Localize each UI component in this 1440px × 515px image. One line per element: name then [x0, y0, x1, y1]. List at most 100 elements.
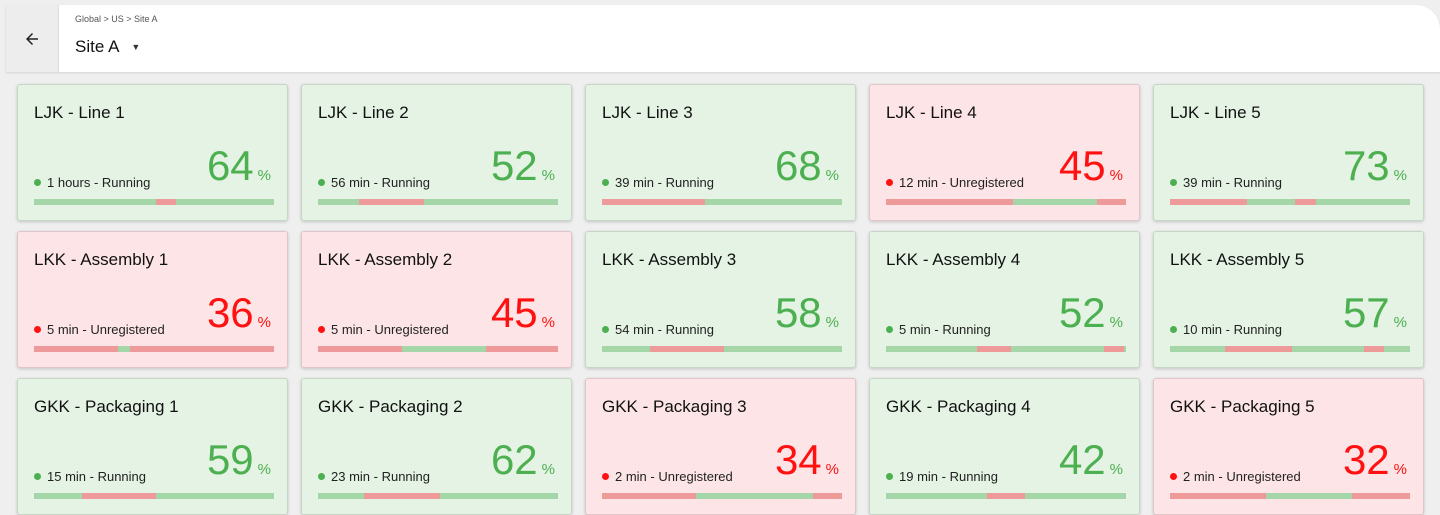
percent-value: 34 [774, 436, 822, 483]
percent-value: 68 [774, 142, 822, 189]
oee-percent: 68 % [775, 145, 839, 187]
percent-sign: % [1109, 314, 1123, 331]
oee-percent: 57 % [1343, 292, 1407, 334]
timeline-segment-running [423, 199, 558, 205]
percent-sign: % [1109, 461, 1123, 478]
line-card[interactable]: GKK - Packaging 2 23 min - Running 62 % [301, 378, 572, 515]
oee-percent: 52 % [491, 145, 555, 187]
line-card-status: 2 min - Unregistered [1170, 469, 1301, 484]
oee-percent: 45 % [491, 292, 555, 334]
timeline-segment-down [813, 493, 842, 499]
timeline-segment-running [724, 346, 842, 352]
oee-percent: 32 % [1343, 439, 1407, 481]
line-card-grid: LJK - Line 1 1 hours - Running 64 % LJK … [17, 84, 1424, 515]
oee-percent: 36 % [207, 292, 271, 334]
line-card[interactable]: GKK - Packaging 3 2 min - Unregistered 3… [585, 378, 856, 515]
line-card[interactable]: GKK - Packaging 1 15 min - Running 59 % [17, 378, 288, 515]
timeline-segment-down [986, 493, 1026, 499]
timeline-segment-down [1364, 346, 1384, 352]
line-card-status: 12 min - Unregistered [886, 175, 1024, 190]
percent-value: 62 [490, 436, 538, 483]
line-card-title: LKK - Assembly 1 [34, 250, 169, 269]
status-timeline-bar [602, 346, 842, 352]
timeline-segment-down [318, 346, 402, 352]
percent-value: 32 [1342, 436, 1390, 483]
line-card-status: 19 min - Running [886, 469, 998, 484]
status-timeline-bar [34, 493, 274, 499]
status-dot-icon [602, 179, 609, 186]
percent-value: 42 [1058, 436, 1106, 483]
status-text: 54 min - Running [615, 322, 714, 337]
percent-sign: % [541, 167, 555, 184]
timeline-segment-down [34, 346, 118, 352]
status-dot-icon [886, 473, 893, 480]
line-card[interactable]: LJK - Line 1 1 hours - Running 64 % [17, 84, 288, 221]
line-card-status: 56 min - Running [318, 175, 430, 190]
status-dot-icon [886, 326, 893, 333]
line-card[interactable]: LKK - Assembly 1 5 min - Unregistered 36… [17, 231, 288, 368]
status-dot-icon [34, 473, 41, 480]
line-card[interactable]: LJK - Line 3 39 min - Running 68 % [585, 84, 856, 221]
oee-percent: 42 % [1059, 439, 1123, 481]
timeline-segment-down [82, 493, 157, 499]
line-card[interactable]: LJK - Line 4 12 min - Unregistered 45 % [869, 84, 1140, 221]
percent-value: 64 [206, 142, 254, 189]
percent-value: 52 [490, 142, 538, 189]
timeline-segment-down [1104, 346, 1124, 352]
status-timeline-bar [886, 493, 1126, 499]
line-card[interactable]: LJK - Line 5 39 min - Running 73 % [1153, 84, 1424, 221]
timeline-segment-running [1266, 493, 1353, 499]
status-dot-icon [602, 473, 609, 480]
status-timeline-bar [1170, 493, 1410, 499]
status-timeline-bar [318, 493, 558, 499]
oee-percent: 59 % [207, 439, 271, 481]
timeline-segment-running [440, 493, 558, 499]
line-card[interactable]: LKK - Assembly 5 10 min - Running 57 % [1153, 231, 1424, 368]
timeline-segment-running [886, 493, 987, 499]
line-card[interactable]: GKK - Packaging 5 2 min - Unregistered 3… [1153, 378, 1424, 515]
line-card-status: 15 min - Running [34, 469, 146, 484]
line-card[interactable]: LKK - Assembly 4 5 min - Running 52 % [869, 231, 1140, 368]
status-text: 2 min - Unregistered [1183, 469, 1301, 484]
percent-sign: % [1109, 167, 1123, 184]
line-card[interactable]: LKK - Assembly 2 5 min - Unregistered 45… [301, 231, 572, 368]
status-dot-icon [886, 179, 893, 186]
status-text: 39 min - Running [1183, 175, 1282, 190]
percent-sign: % [257, 167, 271, 184]
line-card-title: LKK - Assembly 5 [1170, 250, 1305, 269]
oee-percent: 45 % [1059, 145, 1123, 187]
timeline-segment-down [363, 493, 441, 499]
status-timeline-bar [318, 199, 558, 205]
line-card-title: LKK - Assembly 4 [886, 250, 1021, 269]
timeline-segment-running [1025, 493, 1126, 499]
line-card[interactable]: LKK - Assembly 3 54 min - Running 58 % [585, 231, 856, 368]
line-card[interactable]: GKK - Packaging 4 19 min - Running 42 % [869, 378, 1140, 515]
timeline-segment-running [402, 346, 486, 352]
timeline-segment-running [318, 199, 359, 205]
percent-sign: % [1393, 314, 1407, 331]
timeline-segment-running [886, 346, 978, 352]
timeline-segment-running [318, 493, 364, 499]
percent-value: 45 [1058, 142, 1106, 189]
status-timeline-bar [602, 493, 842, 499]
line-card-status: 23 min - Running [318, 469, 430, 484]
timeline-segment-running [1123, 346, 1126, 352]
back-button[interactable] [6, 5, 59, 72]
timeline-segment-running [1170, 346, 1226, 352]
line-card-title: GKK - Packaging 4 [886, 397, 1031, 416]
timeline-segment-down [602, 199, 706, 205]
status-text: 5 min - Running [899, 322, 991, 337]
timeline-segment-running [1292, 346, 1365, 352]
status-timeline-bar [34, 346, 274, 352]
status-text: 19 min - Running [899, 469, 998, 484]
percent-sign: % [825, 461, 839, 478]
oee-percent: 64 % [207, 145, 271, 187]
timeline-segment-down [1294, 199, 1317, 205]
breadcrumb: Global > US > Site A [75, 14, 158, 24]
line-card[interactable]: LJK - Line 2 56 min - Running 52 % [301, 84, 572, 221]
oee-percent: 52 % [1059, 292, 1123, 334]
oee-percent: 58 % [775, 292, 839, 334]
site-selector[interactable]: Site A ▼ [75, 37, 140, 57]
status-timeline-bar [602, 199, 842, 205]
timeline-segment-running [34, 493, 82, 499]
